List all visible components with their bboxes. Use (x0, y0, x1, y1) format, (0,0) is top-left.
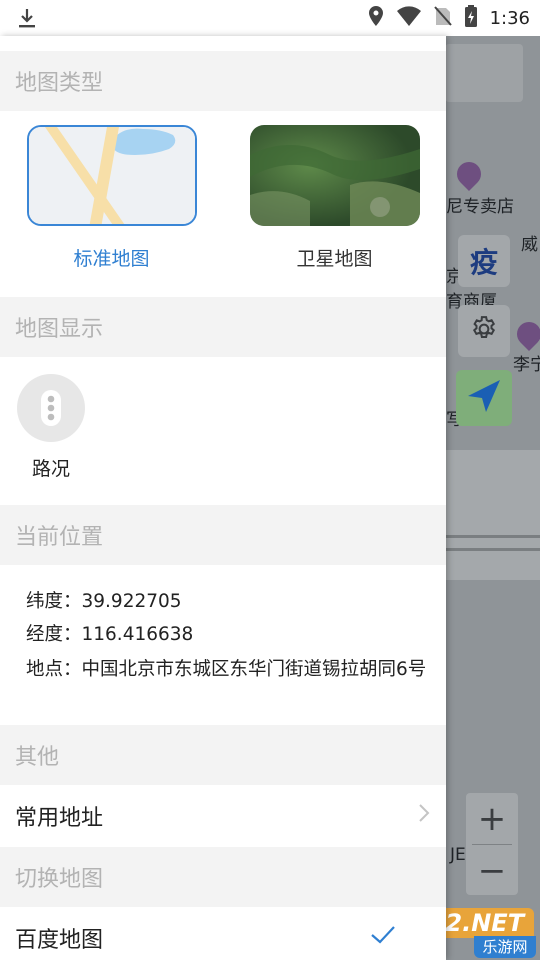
navigation-button[interactable] (456, 370, 512, 426)
checkmark-icon (370, 925, 396, 951)
map-label: 李宁 (513, 355, 540, 375)
map-display-options: 路况 (0, 357, 446, 505)
map-label: 威 (521, 235, 538, 255)
gear-icon (469, 314, 499, 348)
section-header-map-display: 地图显示 (0, 297, 446, 357)
download-icon (16, 7, 38, 33)
location-icon (368, 5, 384, 31)
map-type-satellite[interactable]: 卫星地图 (223, 111, 446, 297)
satellite-map-thumbnail[interactable] (249, 125, 420, 226)
standard-map-thumbnail[interactable] (26, 125, 197, 226)
common-address-label: 常用地址 (15, 806, 104, 831)
status-time: 1:36 (489, 7, 530, 29)
baidu-map-label: 百度地图 (15, 928, 104, 953)
epidemic-button-label: 疫 (469, 246, 498, 279)
section-header-current-location: 当前位置 (0, 505, 446, 565)
address-text: 地点：中国北京市东城区东华门街道锡拉胡同6号 (26, 659, 427, 680)
map-label: 尼专卖店 (446, 197, 514, 217)
map-type-standard[interactable]: 标准地图 (0, 111, 223, 297)
status-bar: 1:36 (0, 0, 540, 36)
zoom-in-button[interactable]: + (466, 793, 518, 844)
zoom-out-button[interactable]: − (466, 845, 518, 896)
epidemic-button[interactable]: 疫 (458, 235, 510, 287)
traffic-label: 路况 (31, 458, 70, 480)
traffic-toggle[interactable]: 路况 (17, 374, 85, 481)
wifi-icon (396, 5, 422, 31)
no-sim-icon (433, 5, 452, 31)
map-label: JE (450, 845, 466, 865)
map-type-options: 标准地图 卫星地图 (0, 111, 446, 297)
section-header-switch-map: 切换地图 (0, 847, 446, 907)
map-type-satellite-label: 卫星地图 (296, 248, 373, 270)
zoom-controls: + − (466, 793, 518, 895)
traffic-light-icon[interactable] (17, 374, 85, 442)
latitude-text: 纬度：39.922705 (26, 591, 182, 612)
common-address-row[interactable]: 常用地址 (0, 785, 446, 847)
section-header-other: 其他 (0, 725, 446, 785)
longitude-text: 经度：116.416638 (26, 624, 194, 645)
section-header-map-type: 地图类型 (0, 51, 446, 111)
baidu-map-row[interactable]: 百度地图 (0, 907, 446, 960)
navigation-arrow-icon (464, 376, 504, 420)
poi-marker-icon[interactable] (452, 157, 486, 191)
map-settings-button[interactable] (458, 305, 510, 357)
side-drawer: 地图类型 标准地图 卫星地图 地图显示 路况 当前位置 纬度：39.922705… (0, 36, 446, 960)
battery-icon (464, 4, 478, 32)
poi-marker-icon[interactable] (512, 317, 540, 351)
current-location-info: 纬度：39.922705 经度：116.416638 地点：中国北京市东城区东华… (0, 565, 446, 725)
map-search-bar[interactable] (445, 44, 523, 102)
map-type-standard-label: 标准地图 (73, 248, 150, 270)
chevron-right-icon (418, 803, 430, 829)
